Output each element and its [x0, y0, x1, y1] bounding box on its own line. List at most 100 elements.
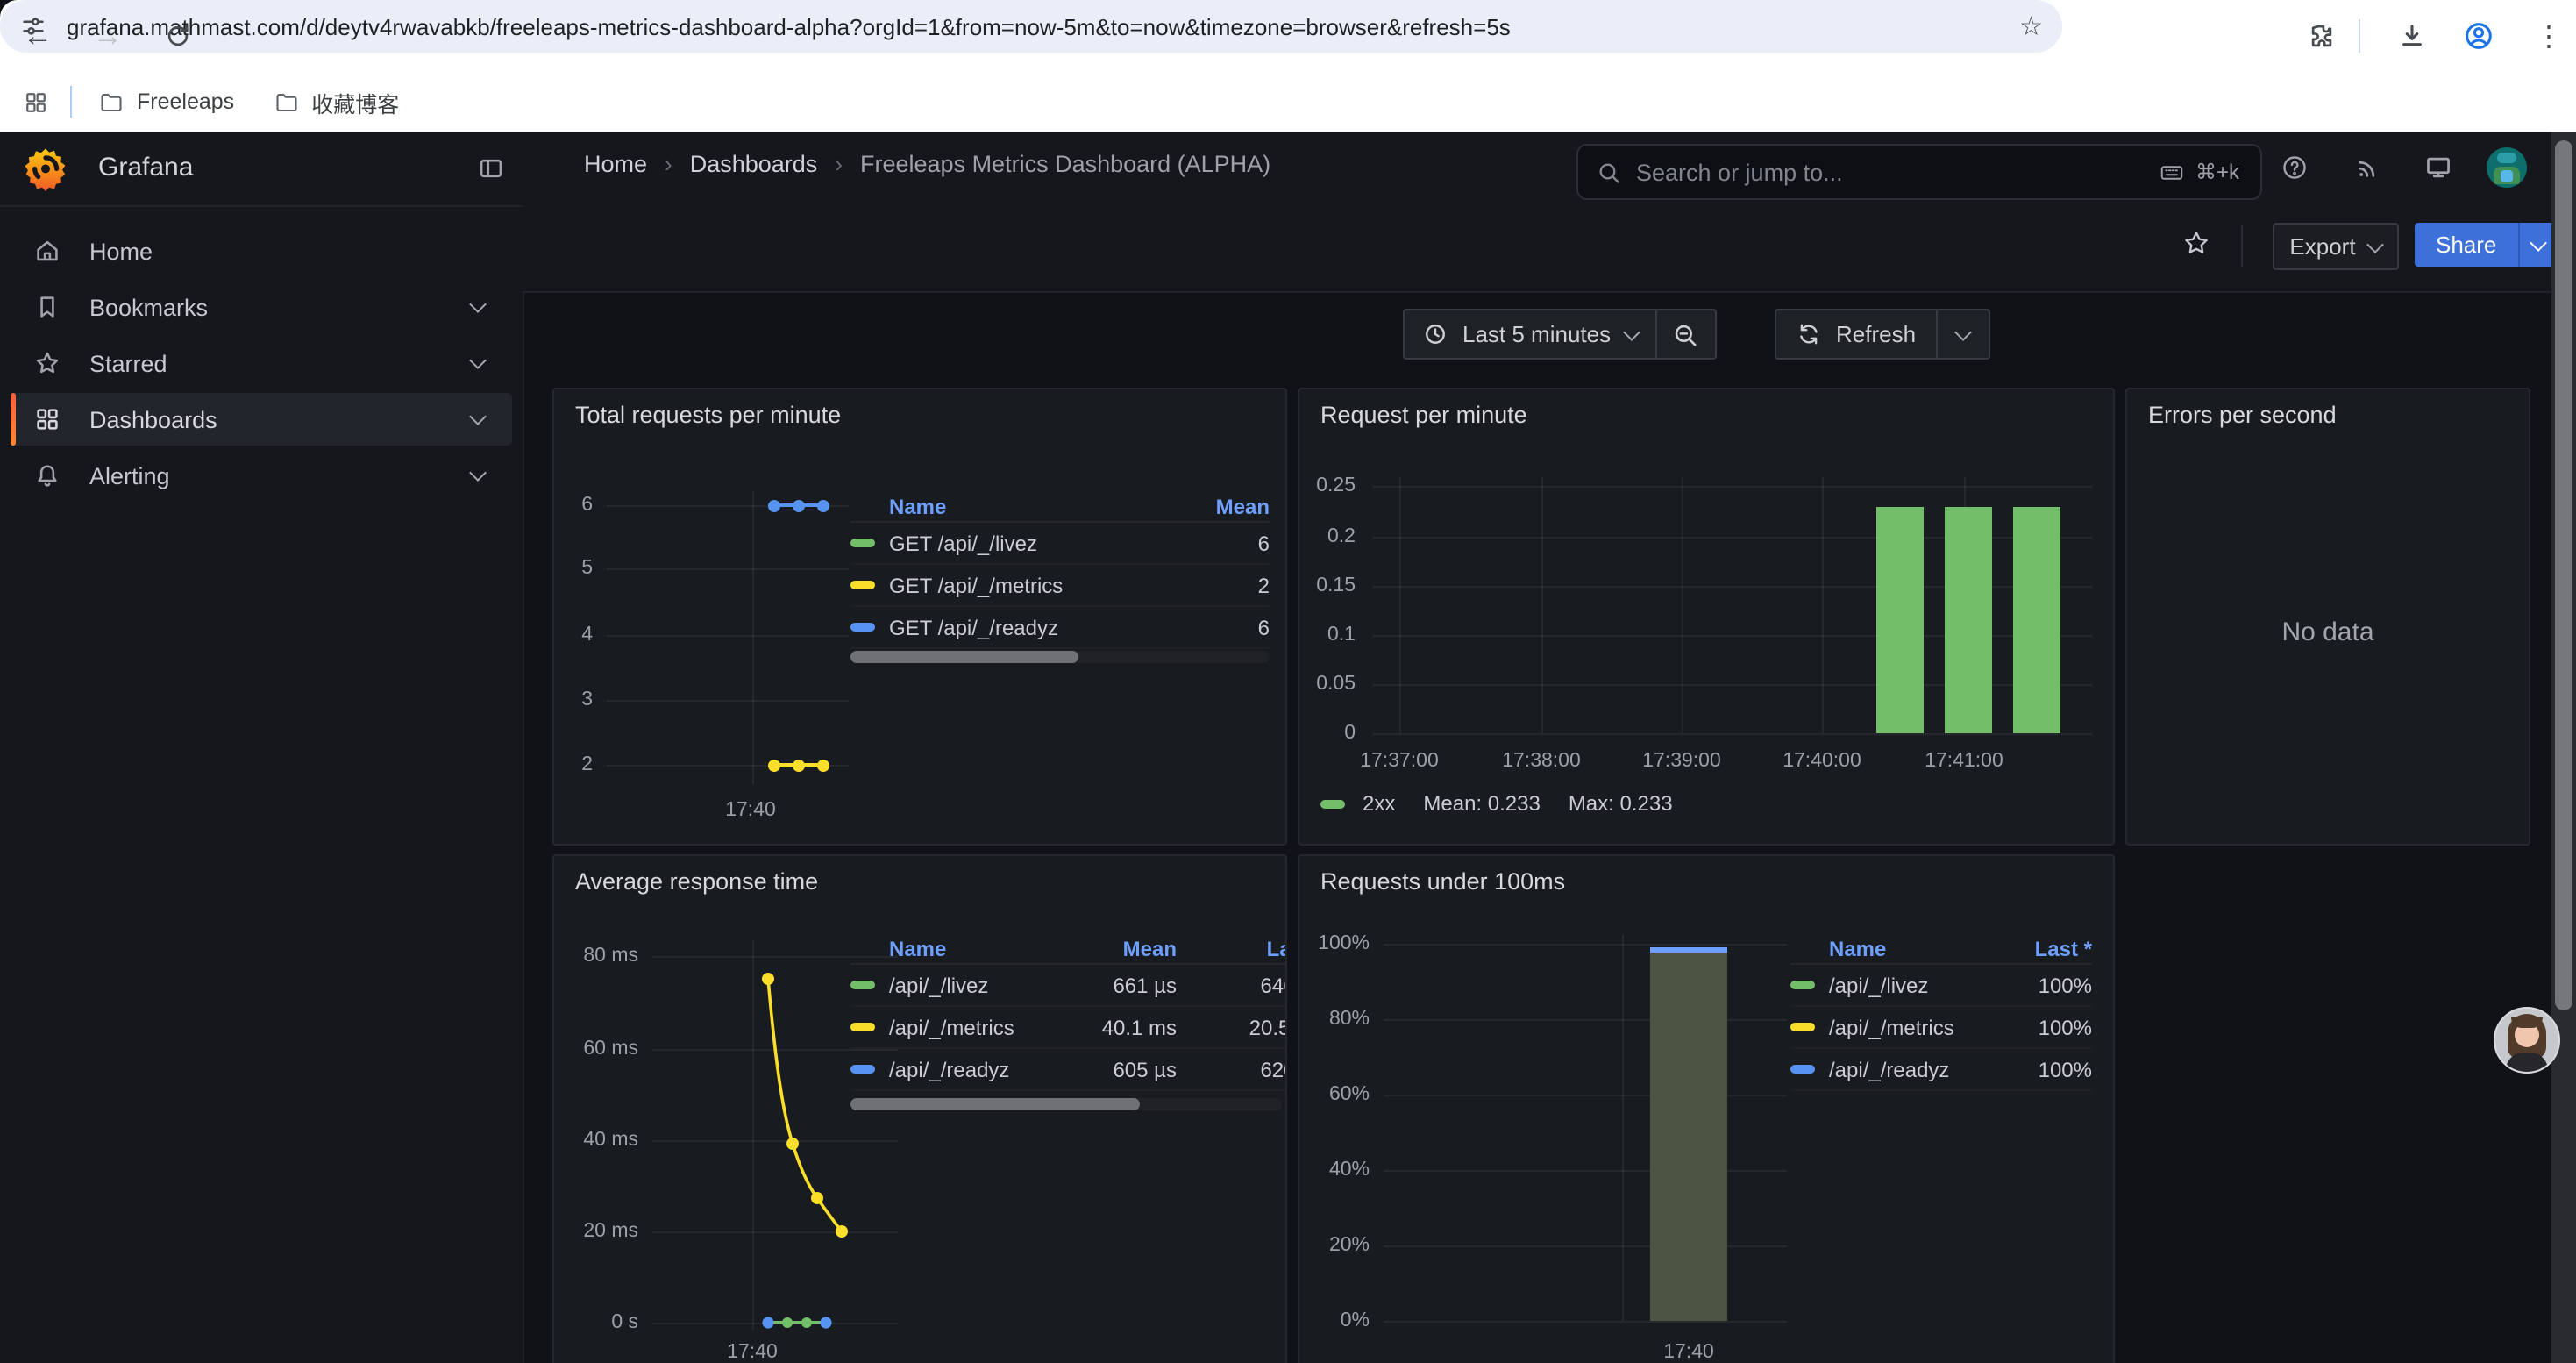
keyboard-icon: [2159, 159, 2185, 185]
series-mean: Mean: 0.233: [1423, 791, 1540, 816]
bookmarks-divider: [70, 86, 72, 118]
profile-icon[interactable]: [2455, 12, 2502, 60]
dashboard-toolbar: Export Share: [523, 205, 2576, 293]
legend-row[interactable]: /api/_/metrics 40.1 ms 20.5 ms: [850, 1007, 1287, 1049]
time-controls-group: Last 5 minutes: [1403, 309, 1716, 360]
zoom-out-icon: [1671, 320, 1699, 348]
sidebar-item-starred[interactable]: Starred: [11, 337, 512, 389]
apps-grid-icon[interactable]: [23, 89, 49, 115]
bookmark-label: Freeleaps: [137, 89, 234, 114]
download-icon[interactable]: [2388, 12, 2436, 60]
legend-col-name[interactable]: Name: [850, 936, 1064, 960]
menu-kebab-icon[interactable]: ⋮: [2525, 12, 2572, 60]
reload-icon[interactable]: [154, 12, 202, 60]
refresh-button[interactable]: Refresh: [1776, 310, 1935, 358]
rss-icon[interactable]: [2353, 153, 2383, 182]
sidebar: Grafana Home Bookmarks Starred Dashboard…: [0, 132, 524, 1363]
grafana-logo[interactable]: [23, 146, 68, 200]
share-button[interactable]: Share: [2415, 223, 2517, 267]
chevron-down-icon[interactable]: [469, 296, 487, 313]
chevron-down-icon[interactable]: [469, 464, 487, 482]
panel-avg-response-time[interactable]: Average response time 80 ms 60 ms 40 ms …: [552, 854, 1287, 1363]
search-input[interactable]: Search or jump to... ⌘+k: [1576, 144, 2262, 200]
gridline: [1384, 944, 1787, 946]
legend-row[interactable]: /api/_/livez 100%: [1790, 965, 2092, 1007]
series-name[interactable]: 2xx: [1363, 791, 1395, 816]
share-split-button: Share: [2415, 223, 2556, 267]
scrollbar-thumb[interactable]: [2555, 140, 2572, 1010]
legend-row[interactable]: /api/_/readyz 605 µs 620 µs: [850, 1049, 1287, 1091]
bookmark-star-icon[interactable]: ☆: [2019, 11, 2043, 42]
legend-row[interactable]: /api/_/readyz 100%: [1790, 1049, 2092, 1091]
page-scrollbar[interactable]: [2551, 132, 2576, 1363]
scrollbar-thumb[interactable]: [850, 651, 1078, 663]
brand-name[interactable]: Grafana: [98, 153, 193, 182]
series-color-chip: [1790, 981, 1815, 989]
user-avatar[interactable]: [2487, 147, 2527, 188]
bell-icon: [33, 461, 61, 489]
series-last: 100%: [1990, 973, 2092, 997]
legend-header: Name Last *: [1790, 933, 2092, 965]
legend-scrollbar[interactable]: [850, 651, 1270, 663]
sidebar-item-bookmarks[interactable]: Bookmarks: [11, 281, 512, 333]
y-tick: 60 ms: [558, 1037, 638, 1061]
sidebar-item-label: Dashboards: [89, 406, 472, 432]
legend-col-name[interactable]: Name: [850, 494, 1173, 518]
panel-requests-under-100ms[interactable]: Requests under 100ms 100% 80% 60% 40% 20…: [1298, 854, 2115, 1363]
scrollbar-thumb[interactable]: [850, 1098, 1140, 1110]
bookmark-item[interactable]: 收藏博客: [273, 85, 399, 118]
series-color-chip: [850, 981, 875, 989]
legend-col-mean[interactable]: Mean: [1173, 494, 1270, 518]
chevron-down-icon[interactable]: [469, 352, 487, 369]
toolbar-divider: [2359, 19, 2360, 53]
help-icon[interactable]: [2280, 153, 2309, 182]
legend-row[interactable]: GET /api/_/readyz 6: [850, 607, 1270, 649]
panel-request-per-minute[interactable]: Request per minute 0.25 0.2 0.15 0.1 0.0…: [1298, 388, 2115, 846]
series-name: GET /api/_/metrics: [889, 573, 1063, 597]
y-tick: 80 ms: [558, 944, 638, 968]
y-tick: 2: [554, 753, 593, 777]
gridline: [607, 568, 849, 570]
panel-errors-per-second[interactable]: Errors per second No data: [2125, 388, 2530, 846]
sidebar-item-dashboards[interactable]: Dashboards: [11, 393, 512, 446]
sidebar-item-alerting[interactable]: Alerting: [11, 449, 512, 502]
breadcrumb-home[interactable]: Home: [584, 151, 647, 177]
time-range-picker[interactable]: Last 5 minutes: [1405, 310, 1654, 358]
y-tick: 5: [554, 556, 593, 581]
legend-row[interactable]: /api/_/metrics 100%: [1790, 1007, 2092, 1049]
legend-col-name[interactable]: Name: [1790, 936, 1990, 960]
url-text[interactable]: grafana.mathmast.com/d/deytv4rwavabkb/fr…: [67, 13, 2019, 39]
breadcrumb-dashboards[interactable]: Dashboards: [690, 151, 818, 177]
sidebar-item-home[interactable]: Home: [11, 225, 512, 277]
url-bar[interactable]: grafana.mathmast.com/d/deytv4rwavabkb/fr…: [0, 0, 2062, 53]
back-icon[interactable]: ←: [14, 12, 61, 60]
legend-row[interactable]: GET /api/_/livez 6: [850, 523, 1270, 565]
export-button[interactable]: Export: [2273, 223, 2399, 270]
x-tick: 17:39:00: [1627, 749, 1736, 774]
dock-icon[interactable]: [477, 154, 505, 182]
gridline: [1682, 477, 1683, 733]
assistant-avatar-widget[interactable]: [2494, 1007, 2560, 1074]
star-outline-icon[interactable]: [2181, 228, 2211, 258]
extensions-icon[interactable]: [2297, 12, 2345, 60]
zoom-out-button[interactable]: [1656, 310, 1714, 358]
series-name: GET /api/_/livez: [889, 531, 1037, 555]
legend-col-last[interactable]: Last *: [1177, 936, 1287, 960]
monitor-icon[interactable]: [2423, 153, 2453, 182]
legend-scrollbar[interactable]: [850, 1098, 1282, 1110]
legend-row[interactable]: /api/_/livez 661 µs 646 µs: [850, 965, 1287, 1007]
legend-row[interactable]: GET /api/_/metrics 2: [850, 565, 1270, 607]
legend-col-last[interactable]: Last *: [1990, 936, 2092, 960]
panel-total-requests[interactable]: Total requests per minute 6 5 4 3 2 17:4…: [552, 388, 1287, 846]
refresh-interval-button[interactable]: [1937, 310, 1988, 358]
screen: ← → grafana.mathmast.com/d/deytv4rwavabk…: [0, 0, 2576, 1363]
panel-title: Errors per second: [2148, 402, 2337, 428]
star-icon: [33, 349, 61, 377]
legend-col-mean[interactable]: Mean: [1064, 936, 1177, 960]
chevron-down-icon[interactable]: [469, 408, 487, 425]
series-color-chip: [850, 1023, 875, 1031]
bookmark-item[interactable]: Freeleaps: [98, 89, 234, 115]
sidebar-item-label: Alerting: [89, 462, 472, 489]
legend-table: Name Last * /api/_/livez 100% /api/_/met…: [1790, 933, 2092, 1091]
forward-icon[interactable]: →: [84, 12, 132, 60]
